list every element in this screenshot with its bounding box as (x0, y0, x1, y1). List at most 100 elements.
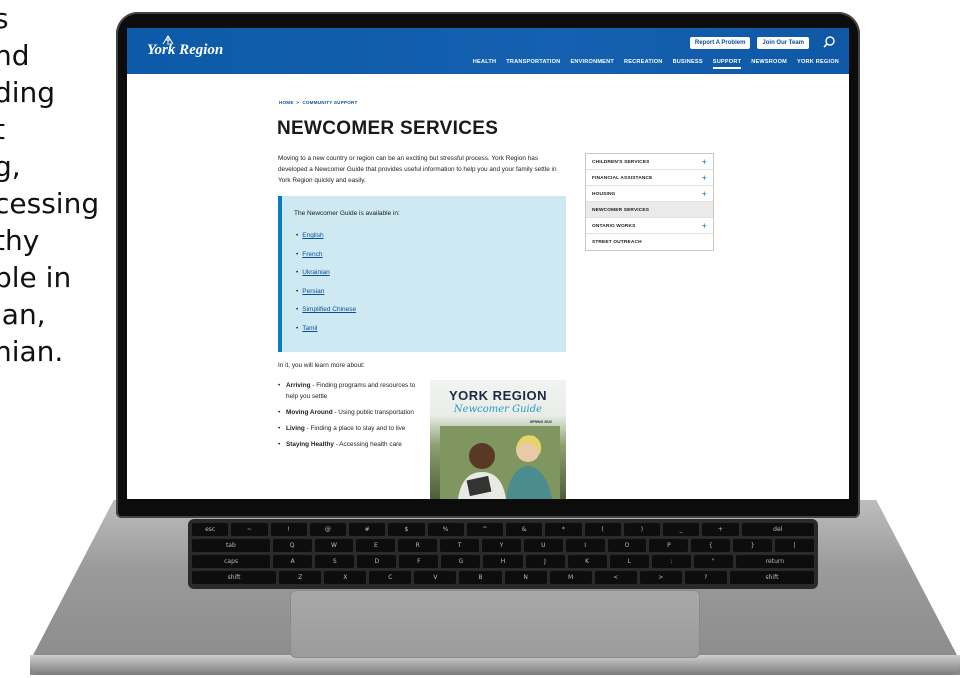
list-item: Arriving - Finding programs and resource… (278, 380, 418, 402)
side-menu-item-newcomer-services[interactable]: NEWCOMER SERVICES (586, 202, 713, 218)
key: O (607, 539, 647, 552)
key: < (594, 571, 637, 584)
key: ^ (466, 523, 503, 536)
key: X (324, 571, 367, 584)
nav-item-transportation[interactable]: TRANSPORTATION (506, 59, 560, 69)
key: H (483, 555, 523, 568)
expand-plus-icon[interactable]: + (702, 157, 707, 167)
header-utility-buttons: Report A Problem Join Our Team (689, 37, 809, 49)
key: N (504, 571, 547, 584)
breadcrumb: HOME > COMMUNITY SUPPORT (279, 100, 358, 105)
topic-title: Staying Healthy (286, 441, 334, 448)
nav-item-business[interactable]: BUSINESS (673, 59, 703, 69)
key: S (315, 555, 355, 568)
key: _ (663, 523, 700, 536)
key: ) (623, 523, 660, 536)
side-menu-label: STREET OUTREACH (592, 240, 642, 245)
nav-item-york-region[interactable]: YORK REGION (797, 59, 839, 69)
side-menu-item-financial-assistance[interactable]: FINANCIAL ASSISTANCE + (586, 170, 713, 186)
list-item: • English (296, 232, 324, 239)
report-problem-button[interactable]: Report A Problem (689, 37, 751, 49)
nav-item-environment[interactable]: ENVIRONMENT (570, 59, 614, 69)
breadcrumb-current[interactable]: COMMUNITY SUPPORT (302, 100, 357, 105)
key: Q (272, 539, 312, 552)
cover-title: YORK REGION (449, 388, 547, 403)
nav-item-newsroom[interactable]: NEWSROOM (751, 59, 787, 69)
list-item: • Ukrainian (296, 269, 330, 276)
list-item: • Persian (296, 287, 325, 295)
nav-item-recreation[interactable]: RECREATION (624, 59, 663, 69)
expand-plus-icon[interactable]: + (702, 173, 707, 183)
side-menu-label: NEWCOMER SERVICES (592, 208, 650, 213)
guide-callout-title: The Newcomer Guide is available in: (294, 210, 400, 217)
key: { (691, 539, 731, 552)
page-title: NEWCOMER SERVICES (277, 118, 499, 139)
site-logo[interactable]: York Region (147, 42, 223, 59)
side-menu-item-street-outreach[interactable]: STREET OUTREACH (586, 234, 713, 250)
key: del (741, 523, 814, 536)
key: G (441, 555, 481, 568)
side-menu-item-ontario-works[interactable]: ONTARIO WORKS + (586, 218, 713, 234)
key: M (549, 571, 592, 584)
side-menu-label: CHILDREN'S SERVICES (592, 160, 650, 165)
language-link-english[interactable]: English (302, 232, 323, 239)
key: B (459, 571, 502, 584)
key: % (427, 523, 464, 536)
keyboard-row: tab Q W E R T Y U I O P { } | (192, 539, 814, 552)
keyboard-row: shift Z X C V B N M < > ? shift (192, 571, 815, 584)
section-side-menu: CHILDREN'S SERVICES + FINANCIAL ASSISTAN… (585, 153, 714, 251)
key: * (545, 523, 582, 536)
intro-paragraph: Moving to a new country or region can be… (278, 155, 557, 184)
topic-title: Arriving (286, 382, 311, 389)
topic-desc: - Finding a place to stay and to live (304, 425, 406, 432)
side-menu-item-childrens-services[interactable]: CHILDREN'S SERVICES + (586, 154, 713, 170)
topic-desc: - Using public transportation (332, 409, 414, 416)
key: ? (684, 571, 727, 584)
nav-item-support[interactable]: SUPPORT (712, 59, 742, 69)
breadcrumb-separator: > (296, 100, 300, 105)
list-item: Moving Around - Using public transportat… (278, 407, 418, 418)
key: # (349, 523, 386, 536)
key: esc (192, 523, 229, 536)
key: : (651, 555, 691, 568)
key: P (649, 539, 689, 552)
expand-plus-icon[interactable]: + (702, 221, 707, 231)
side-menu-label: FINANCIAL ASSISTANCE (592, 176, 653, 181)
language-link-tamil[interactable]: Tamil (302, 325, 317, 332)
key: J (525, 555, 565, 568)
side-menu-label: HOUSING (592, 192, 616, 197)
list-item: Staying Healthy - Accessing health care (278, 439, 418, 450)
key: } (733, 539, 773, 552)
breadcrumb-home[interactable]: HOME (279, 100, 294, 105)
main-nav: HEALTH TRANSPORTATION ENVIRONMENT RECREA… (473, 59, 839, 69)
key: ~ (231, 523, 268, 536)
key: ! (270, 523, 307, 536)
language-link-persian[interactable]: Persian (302, 288, 324, 295)
laptop-screen: York Region Report A Problem Join Our Te… (127, 28, 849, 499)
key: L (609, 555, 649, 568)
topic-desc: - Accessing health care (333, 441, 402, 448)
newcomer-guide-cover[interactable]: YORK REGION Newcomer Guide SPRING 2022 (430, 380, 566, 499)
key: > (639, 571, 682, 584)
language-list: • English • French • Ukrainian • Persian • Si… (296, 232, 356, 343)
key: @ (309, 523, 346, 536)
topics-list: Arriving - Finding programs and resource… (278, 380, 418, 455)
language-link-simplified-chinese[interactable]: Simplified Chinese (302, 306, 356, 313)
key: tab (192, 539, 270, 552)
keyboard-row: esc ~ ! @ # $ % ^ & * ( ) _ + del (192, 523, 814, 536)
key: & (506, 523, 543, 536)
key: ( (584, 523, 621, 536)
nav-item-health[interactable]: HEALTH (473, 59, 496, 69)
key: Y (482, 539, 521, 552)
key: R (398, 539, 438, 552)
side-menu-item-housing[interactable]: HOUSING + (586, 186, 713, 202)
search-icon[interactable] (823, 36, 835, 48)
list-item: • Simplified Chinese (296, 306, 357, 313)
language-link-french[interactable]: French (302, 251, 322, 258)
trackpad (290, 590, 700, 658)
expand-plus-icon[interactable]: + (702, 189, 707, 199)
join-our-team-button[interactable]: Join Our Team (757, 37, 809, 49)
topic-title: Moving Around (286, 409, 333, 416)
key: D (357, 555, 397, 568)
language-link-ukrainian[interactable]: Ukrainian (302, 269, 329, 276)
